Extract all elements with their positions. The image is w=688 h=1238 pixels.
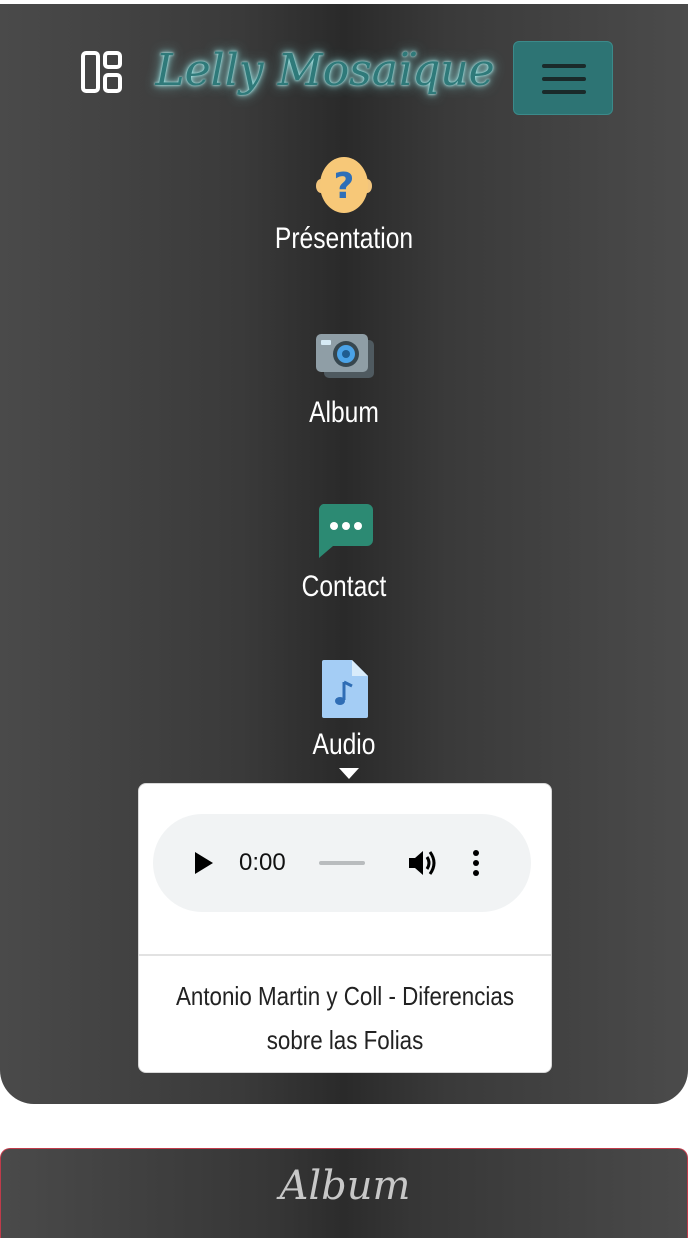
svg-text:?: ? <box>334 166 355 207</box>
track-title-line: sobre las Folias <box>266 1025 424 1055</box>
album-section-header: Album <box>0 1148 688 1238</box>
hamburger-bar <box>542 77 586 81</box>
nav-item-contact[interactable]: Contact <box>0 500 688 610</box>
track-title[interactable]: Antonio Martin y Coll - Diferencias sobr… <box>168 974 522 1062</box>
dropdown-caret <box>339 768 359 779</box>
audio-dropdown: 0:00 Antonio Martin y Coll - Diferencias <box>138 783 552 1073</box>
nav-item-label: Contact <box>301 570 387 603</box>
nav-panel: Lelly Mosaïque ? Présentation Album Cont… <box>0 4 688 1104</box>
play-icon[interactable] <box>193 851 215 879</box>
top-bar: Lelly Mosaïque <box>0 4 688 144</box>
audio-player: 0:00 <box>153 814 531 912</box>
hamburger-bar <box>542 64 586 68</box>
nav-item-audio[interactable]: Audio <box>0 656 688 766</box>
audio-current-time: 0:00 <box>239 849 286 876</box>
hamburger-menu-button[interactable] <box>513 41 613 115</box>
brand-logo-text[interactable]: Lelly Mosaïque <box>150 26 500 116</box>
section-title: Album <box>279 1163 411 1209</box>
divider <box>139 954 551 956</box>
question-icon: ? <box>314 154 374 218</box>
more-options-icon[interactable] <box>471 848 481 882</box>
nav-item-label: Présentation <box>274 222 414 255</box>
nav-item-label: Album <box>309 396 379 429</box>
layout-dashboard-icon[interactable] <box>80 50 124 94</box>
music-file-icon <box>322 660 368 722</box>
nav-item-presentation[interactable]: ? Présentation <box>0 152 688 262</box>
track-title-line: Antonio Martin y Coll - Diferencias <box>175 981 515 1011</box>
hamburger-bar <box>542 90 586 94</box>
audio-progress-bar[interactable] <box>319 861 365 865</box>
chat-bubble-icon <box>317 502 373 562</box>
nav-item-album[interactable]: Album <box>0 328 688 438</box>
camera-icon <box>314 330 376 386</box>
nav-item-label: Audio <box>312 728 376 761</box>
volume-icon[interactable] <box>407 848 439 882</box>
